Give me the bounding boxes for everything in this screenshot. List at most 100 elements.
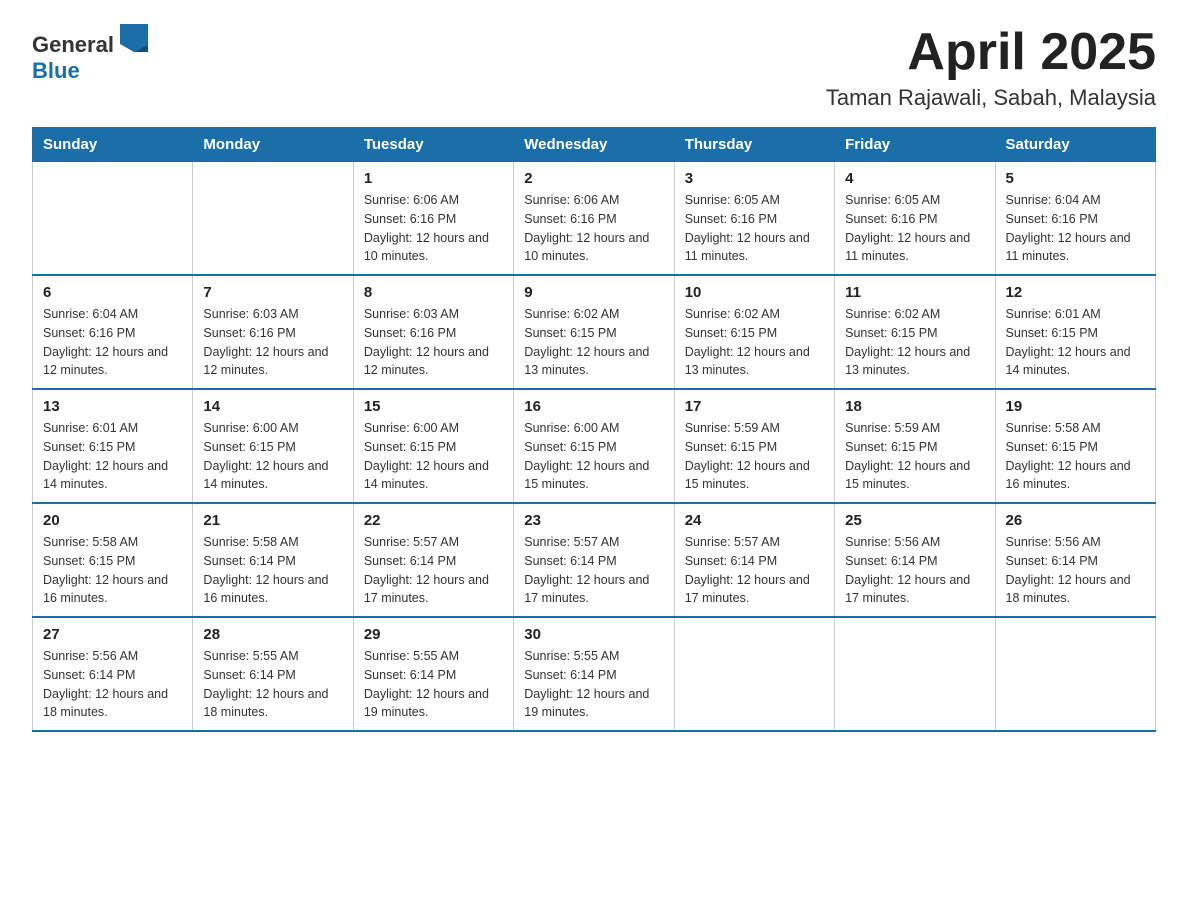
week-row-1: 1 Sunrise: 6:06 AM Sunset: 6:16 PM Daylig… <box>33 162 1156 276</box>
day-detail-12: Sunrise: 6:01 AM Sunset: 6:15 PM Dayligh… <box>1006 305 1145 380</box>
day-num-22: 22 <box>364 512 503 529</box>
day-num-25: 25 <box>845 512 984 529</box>
day-detail-6: Sunrise: 6:04 AM Sunset: 6:16 PM Dayligh… <box>43 305 182 380</box>
day-num-3: 3 <box>685 170 824 187</box>
location-title: Taman Rajawali, Sabah, Malaysia <box>826 85 1156 111</box>
day-detail-23: Sunrise: 5:57 AM Sunset: 6:14 PM Dayligh… <box>524 533 663 608</box>
cell-w4-d4: 24 Sunrise: 5:57 AM Sunset: 6:14 PM Dayli… <box>674 503 834 617</box>
day-num-12: 12 <box>1006 284 1145 301</box>
cell-w2-d0: 6 Sunrise: 6:04 AM Sunset: 6:16 PM Daylig… <box>33 275 193 389</box>
day-detail-24: Sunrise: 5:57 AM Sunset: 6:14 PM Dayligh… <box>685 533 824 608</box>
day-detail-1: Sunrise: 6:06 AM Sunset: 6:16 PM Dayligh… <box>364 191 503 266</box>
cell-w3-d2: 15Sunrise: 6:00 AM Sunset: 6:15 PM Dayli… <box>353 389 513 503</box>
day-num-26: 26 <box>1006 512 1145 529</box>
cell-w4-d0: 20 Sunrise: 5:58 AM Sunset: 6:15 PM Dayli… <box>33 503 193 617</box>
day-num-20: 20 <box>43 512 182 529</box>
calendar-header-row: Sunday Monday Tuesday Wednesday Thursday… <box>33 128 1156 162</box>
cell-w4-d2: 22 Sunrise: 5:57 AM Sunset: 6:14 PM Dayli… <box>353 503 513 617</box>
day-detail-15: Sunrise: 6:00 AM Sunset: 6:15 PM Dayligh… <box>364 419 503 494</box>
cell-w5-d5 <box>835 617 995 731</box>
day-num-1: 1 <box>364 170 503 187</box>
cell-w1-d5: 4 Sunrise: 6:05 AM Sunset: 6:16 PM Daylig… <box>835 162 995 276</box>
cell-w1-d3: 2 Sunrise: 6:06 AM Sunset: 6:16 PM Daylig… <box>514 162 674 276</box>
cell-w3-d1: 14Sunrise: 6:00 AM Sunset: 6:15 PM Dayli… <box>193 389 353 503</box>
cell-w3-d3: 16 Sunrise: 6:00 AM Sunset: 6:15 PM Dayli… <box>514 389 674 503</box>
day-detail-20: Sunrise: 5:58 AM Sunset: 6:15 PM Dayligh… <box>43 533 182 608</box>
day-detail-3: Sunrise: 6:05 AM Sunset: 6:16 PM Dayligh… <box>685 191 824 266</box>
col-monday: Monday <box>193 128 353 162</box>
day-detail-29: Sunrise: 5:55 AM Sunset: 6:14 PM Dayligh… <box>364 647 503 722</box>
day-detail-5: Sunrise: 6:04 AM Sunset: 6:16 PM Dayligh… <box>1006 191 1145 266</box>
cell-w2-d3: 9 Sunrise: 6:02 AM Sunset: 6:15 PM Daylig… <box>514 275 674 389</box>
cell-w4-d6: 26 Sunrise: 5:56 AM Sunset: 6:14 PM Dayli… <box>995 503 1155 617</box>
cell-w5-d2: 29 Sunrise: 5:55 AM Sunset: 6:14 PM Dayli… <box>353 617 513 731</box>
day-num-18: 18 <box>845 398 984 415</box>
day-detail-16: Sunrise: 6:00 AM Sunset: 6:15 PM Dayligh… <box>524 419 663 494</box>
day-detail-25: Sunrise: 5:56 AM Sunset: 6:14 PM Dayligh… <box>845 533 984 608</box>
col-sunday: Sunday <box>33 128 193 162</box>
day-num-24: 24 <box>685 512 824 529</box>
day-num-30: 30 <box>524 626 663 643</box>
day-num-14: 14 <box>203 398 342 415</box>
week-row-3: 13 Sunrise: 6:01 AM Sunset: 6:15 PM Dayli… <box>33 389 1156 503</box>
page-header: General Blue April 2025 Taman Rajawali, … <box>32 24 1156 111</box>
day-num-17: 17 <box>685 398 824 415</box>
logo-text: General Blue <box>32 24 148 84</box>
day-detail-4: Sunrise: 6:05 AM Sunset: 6:16 PM Dayligh… <box>845 191 984 266</box>
cell-w5-d3: 30 Sunrise: 5:55 AM Sunset: 6:14 PM Dayli… <box>514 617 674 731</box>
day-detail-9: Sunrise: 6:02 AM Sunset: 6:15 PM Dayligh… <box>524 305 663 380</box>
day-num-2: 2 <box>524 170 663 187</box>
day-num-7: 7 <box>203 284 342 301</box>
week-row-2: 6 Sunrise: 6:04 AM Sunset: 6:16 PM Daylig… <box>33 275 1156 389</box>
day-detail-30: Sunrise: 5:55 AM Sunset: 6:14 PM Dayligh… <box>524 647 663 722</box>
day-num-11: 11 <box>845 284 984 301</box>
day-detail-18: Sunrise: 5:59 AM Sunset: 6:15 PM Dayligh… <box>845 419 984 494</box>
day-num-10: 10 <box>685 284 824 301</box>
day-detail-2: Sunrise: 6:06 AM Sunset: 6:16 PM Dayligh… <box>524 191 663 266</box>
day-detail-27: Sunrise: 5:56 AM Sunset: 6:14 PM Dayligh… <box>43 647 182 722</box>
day-detail-26: Sunrise: 5:56 AM Sunset: 6:14 PM Dayligh… <box>1006 533 1145 608</box>
day-detail-10: Sunrise: 6:02 AM Sunset: 6:15 PM Dayligh… <box>685 305 824 380</box>
day-detail-11: Sunrise: 6:02 AM Sunset: 6:15 PM Dayligh… <box>845 305 984 380</box>
col-thursday: Thursday <box>674 128 834 162</box>
month-title: April 2025 <box>826 24 1156 81</box>
day-detail-21: Sunrise: 5:58 AM Sunset: 6:14 PM Dayligh… <box>203 533 342 608</box>
cell-w2-d4: 10 Sunrise: 6:02 AM Sunset: 6:15 PM Dayli… <box>674 275 834 389</box>
day-num-28: 28 <box>203 626 342 643</box>
day-detail-13: Sunrise: 6:01 AM Sunset: 6:15 PM Dayligh… <box>43 419 182 494</box>
cell-w2-d1: 7 Sunrise: 6:03 AM Sunset: 6:16 PM Daylig… <box>193 275 353 389</box>
day-num-9: 9 <box>524 284 663 301</box>
cell-w2-d5: 11 Sunrise: 6:02 AM Sunset: 6:15 PM Dayli… <box>835 275 995 389</box>
cell-w5-d1: 28Sunrise: 5:55 AM Sunset: 6:14 PM Dayli… <box>193 617 353 731</box>
cell-w3-d5: 18 Sunrise: 5:59 AM Sunset: 6:15 PM Dayli… <box>835 389 995 503</box>
cell-w1-d0 <box>33 162 193 276</box>
cell-w1-d6: 5 Sunrise: 6:04 AM Sunset: 6:16 PM Daylig… <box>995 162 1155 276</box>
day-num-6: 6 <box>43 284 182 301</box>
day-num-13: 13 <box>43 398 182 415</box>
cell-w4-d5: 25 Sunrise: 5:56 AM Sunset: 6:14 PM Dayli… <box>835 503 995 617</box>
calendar-table: Sunday Monday Tuesday Wednesday Thursday… <box>32 127 1156 732</box>
day-num-8: 8 <box>364 284 503 301</box>
day-num-16: 16 <box>524 398 663 415</box>
col-wednesday: Wednesday <box>514 128 674 162</box>
cell-w3-d4: 17Sunrise: 5:59 AM Sunset: 6:15 PM Dayli… <box>674 389 834 503</box>
col-friday: Friday <box>835 128 995 162</box>
day-detail-8: Sunrise: 6:03 AM Sunset: 6:16 PM Dayligh… <box>364 305 503 380</box>
cell-w3-d0: 13 Sunrise: 6:01 AM Sunset: 6:15 PM Dayli… <box>33 389 193 503</box>
cell-w5-d0: 27 Sunrise: 5:56 AM Sunset: 6:14 PM Dayli… <box>33 617 193 731</box>
day-num-27: 27 <box>43 626 182 643</box>
cell-w1-d1 <box>193 162 353 276</box>
day-detail-19: Sunrise: 5:58 AM Sunset: 6:15 PM Dayligh… <box>1006 419 1145 494</box>
day-num-5: 5 <box>1006 170 1145 187</box>
day-detail-7: Sunrise: 6:03 AM Sunset: 6:16 PM Dayligh… <box>203 305 342 380</box>
day-detail-22: Sunrise: 5:57 AM Sunset: 6:14 PM Dayligh… <box>364 533 503 608</box>
day-num-29: 29 <box>364 626 503 643</box>
day-num-4: 4 <box>845 170 984 187</box>
logo-blue: Blue <box>32 58 80 83</box>
col-saturday: Saturday <box>995 128 1155 162</box>
cell-w3-d6: 19 Sunrise: 5:58 AM Sunset: 6:15 PM Dayli… <box>995 389 1155 503</box>
cell-w4-d3: 23Sunrise: 5:57 AM Sunset: 6:14 PM Dayli… <box>514 503 674 617</box>
cell-w5-d4 <box>674 617 834 731</box>
day-num-19: 19 <box>1006 398 1145 415</box>
cell-w1-d4: 3 Sunrise: 6:05 AM Sunset: 6:16 PM Daylig… <box>674 162 834 276</box>
